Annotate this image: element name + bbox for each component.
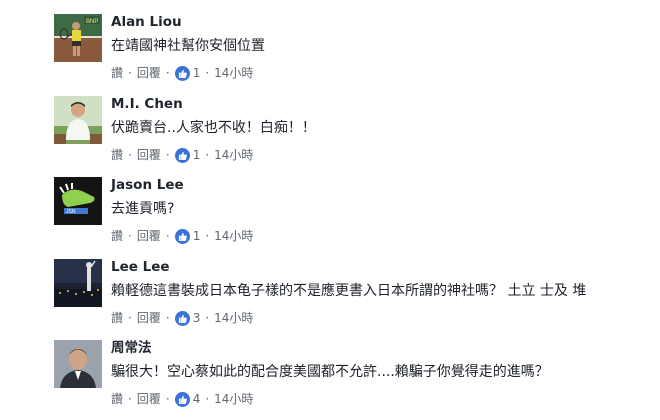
avatar[interactable]	[54, 340, 102, 388]
reaction-count[interactable]: 3	[193, 310, 201, 326]
separator-dot: ·	[165, 311, 170, 325]
comment-actions: 讚 · 回覆 · 1 · 14小時	[111, 147, 253, 163]
night-city-photo-icon	[54, 259, 102, 307]
comment-text: 去進貢嗎?	[111, 201, 175, 217]
comment-item: M.I. Chen 伏跪賣台..人家也不收！白痴！！ 讚 · 回覆 · 1 · …	[0, 96, 660, 176]
comment-item: Lee Lee 賴軽德這書裝成日本龟子樣的不是應更書入日本所謂的神社嗎？ 土立 …	[0, 259, 660, 339]
separator-dot: ·	[128, 66, 132, 80]
commenter-name[interactable]: Alan Liou	[111, 14, 182, 30]
thumbs-up-icon[interactable]	[174, 310, 190, 326]
svg-text:JSN: JSN	[66, 209, 76, 215]
like-button[interactable]: 讚	[111, 147, 123, 163]
reply-button[interactable]: 回覆	[137, 65, 161, 81]
timestamp[interactable]: 14小時	[214, 391, 253, 407]
separator-dot: ·	[165, 148, 170, 162]
commenter-name[interactable]: Jason Lee	[111, 177, 184, 193]
svg-text:BNP: BNP	[86, 19, 98, 25]
reaction-count[interactable]: 4	[193, 391, 201, 407]
separator-dot: ·	[205, 148, 210, 162]
person-photo-icon	[54, 96, 102, 144]
separator-dot: ·	[165, 66, 170, 80]
comment-text: 伏跪賣台..人家也不收！白痴！！	[111, 120, 316, 136]
comment-actions: 讚 · 回覆 · 1 · 14小時	[111, 228, 253, 244]
timestamp[interactable]: 14小時	[214, 310, 253, 326]
separator-dot: ·	[128, 229, 132, 243]
timestamp[interactable]: 14小時	[214, 228, 253, 244]
thumbs-up-icon[interactable]	[174, 228, 190, 244]
thumbs-up-icon[interactable]	[174, 65, 190, 81]
comment-item: 周常法 騙很大！空心蔡如此的配合度美國都不允許....賴騙子你覺得走的進嗎？ 讚…	[0, 340, 660, 420]
avatar[interactable]	[54, 96, 102, 144]
timestamp[interactable]: 14小時	[214, 65, 253, 81]
avatar[interactable]: BNP	[54, 14, 102, 62]
thumbs-up-icon[interactable]	[174, 147, 190, 163]
avatar[interactable]: JSN	[54, 177, 102, 225]
reaction-count[interactable]: 1	[193, 228, 201, 244]
comment-actions: 讚 · 回覆 · 1 · 14小時	[111, 65, 253, 81]
timestamp[interactable]: 14小時	[214, 147, 253, 163]
tennis-photo-icon: BNP	[54, 14, 102, 62]
separator-dot: ·	[205, 392, 210, 406]
separator-dot: ·	[128, 392, 132, 406]
like-button[interactable]: 讚	[111, 65, 123, 81]
comment-text: 賴軽德這書裝成日本龟子樣的不是應更書入日本所謂的神社嗎？ 土立 士及 堆	[111, 283, 587, 299]
comment-item: JSN Jason Lee 去進貢嗎? 讚 · 回覆 · 1 · 14小時	[0, 177, 660, 257]
separator-dot: ·	[205, 311, 210, 325]
comment-text: 在靖國神社幫你安個位置	[111, 38, 265, 54]
comment-actions: 讚 · 回覆 · 3 · 14小時	[111, 310, 253, 326]
reaction-count[interactable]: 1	[193, 65, 201, 81]
separator-dot: ·	[165, 392, 170, 406]
like-button[interactable]: 讚	[111, 228, 123, 244]
like-button[interactable]: 讚	[111, 391, 123, 407]
like-button[interactable]: 讚	[111, 310, 123, 326]
reaction-count[interactable]: 1	[193, 147, 201, 163]
separator-dot: ·	[205, 66, 210, 80]
comment-item: BNP Alan Liou 在靖國神社幫你安個位置 讚 · 回覆 · 1 · 1…	[0, 14, 660, 94]
comment-actions: 讚 · 回覆 · 4 · 14小時	[111, 391, 253, 407]
shoe-logo-icon: JSN	[54, 177, 102, 225]
separator-dot: ·	[165, 229, 170, 243]
separator-dot: ·	[128, 148, 132, 162]
reply-button[interactable]: 回覆	[137, 147, 161, 163]
separator-dot: ·	[205, 229, 210, 243]
reply-button[interactable]: 回覆	[137, 310, 161, 326]
commenter-name[interactable]: Lee Lee	[111, 259, 170, 275]
separator-dot: ·	[128, 311, 132, 325]
avatar[interactable]	[54, 259, 102, 307]
reply-button[interactable]: 回覆	[137, 391, 161, 407]
comment-text: 騙很大！空心蔡如此的配合度美國都不允許....賴騙子你覺得走的進嗎？	[111, 364, 549, 380]
thumbs-up-icon[interactable]	[174, 391, 190, 407]
commenter-name[interactable]: 周常法	[111, 340, 152, 356]
portrait-photo-icon	[54, 340, 102, 388]
reply-button[interactable]: 回覆	[137, 228, 161, 244]
commenter-name[interactable]: M.I. Chen	[111, 96, 183, 112]
